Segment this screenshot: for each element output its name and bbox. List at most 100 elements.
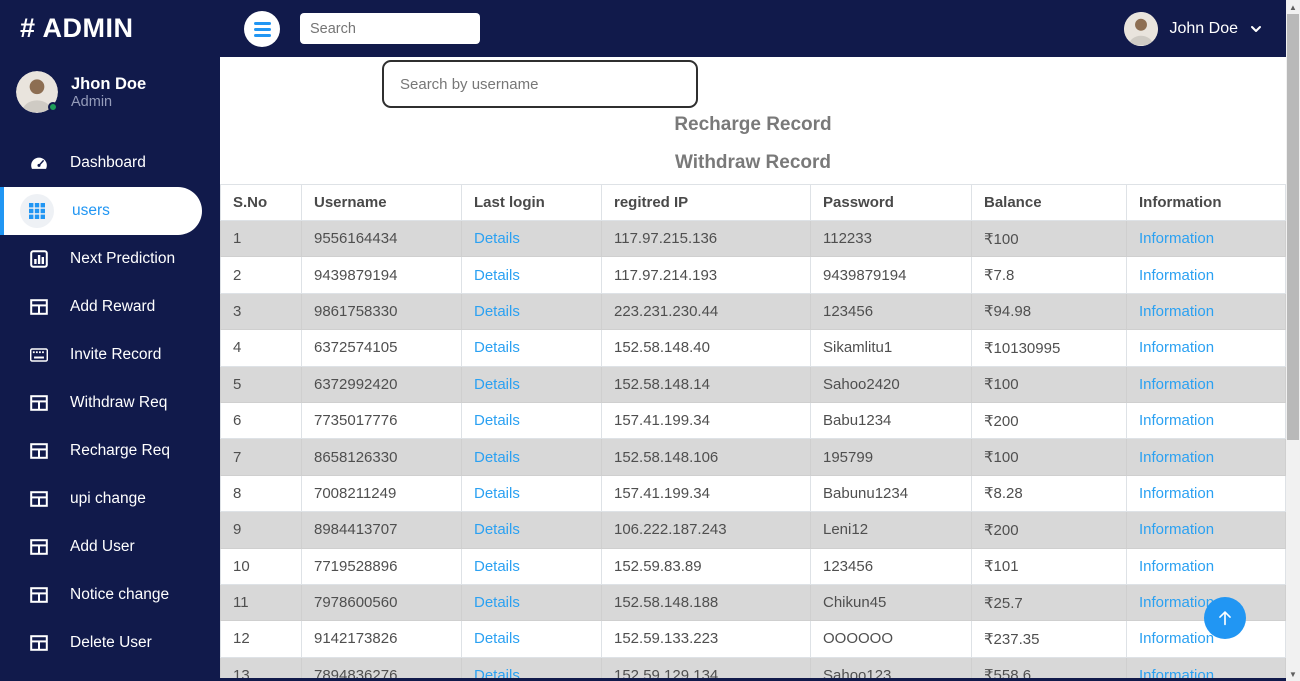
information-link[interactable]: Information xyxy=(1139,267,1214,284)
details-link[interactable]: Details xyxy=(474,230,520,247)
profile-name: Jhon Doe xyxy=(71,74,147,93)
password-cell: OOOOOO xyxy=(810,620,972,658)
scrollbar-thumb[interactable] xyxy=(1287,14,1299,440)
sidebar-item-add-user[interactable]: Add User xyxy=(0,523,220,571)
column-header-last-login: Last login xyxy=(461,184,602,221)
registered-ip-cell: 223.231.230.44 xyxy=(601,292,811,331)
information-link[interactable]: Information xyxy=(1139,667,1214,678)
details-link[interactable]: Details xyxy=(474,339,520,356)
sidebar-item-delete-user[interactable]: Delete User xyxy=(0,619,220,667)
hamburger-menu-button[interactable] xyxy=(244,11,280,47)
sidebar-item-dashboard[interactable]: Dashboard xyxy=(0,139,220,187)
registered-ip-cell: 106.222.187.243 xyxy=(601,511,811,549)
information-link[interactable]: Information xyxy=(1139,594,1214,611)
sidebar-item-label: Notice change xyxy=(70,586,170,603)
sidebar-item-users[interactable]: users xyxy=(0,187,202,235)
information-cell: Information xyxy=(1126,511,1286,549)
table-row: 2 9439879194 Details 117.97.214.193 94398791… xyxy=(220,256,1286,294)
details-link[interactable]: Details xyxy=(474,412,520,429)
sidebar-item-upi-change[interactable]: upi change xyxy=(0,475,220,523)
username-cell: 8984413707 xyxy=(301,511,462,549)
information-link[interactable]: Information xyxy=(1139,339,1214,356)
sidebar-item-recharge-req[interactable]: Recharge Req xyxy=(0,427,220,475)
details-link[interactable]: Details xyxy=(474,267,520,284)
balance-cell: ₹237.35 xyxy=(971,620,1127,658)
table-row: 12 9142173826 Details 152.59.133.223 OOOOOO ₹… xyxy=(220,620,1286,658)
vertical-scrollbar[interactable]: ▲ ▼ xyxy=(1286,0,1300,681)
username-cell: 8658126330 xyxy=(301,438,462,476)
sidebar-item-label: Add Reward xyxy=(70,298,156,315)
balance-cell: ₹558.6 xyxy=(971,656,1127,678)
details-link[interactable]: Details xyxy=(474,376,520,393)
withdraw-record-heading: Withdraw Record xyxy=(674,152,832,173)
column-header-s-no: S.No xyxy=(220,184,302,221)
sidebar-item-withdraw-req[interactable]: Withdraw Req xyxy=(0,379,220,427)
sno-cell: 10 xyxy=(220,547,302,585)
details-cell: Details xyxy=(461,438,602,476)
details-link[interactable]: Details xyxy=(474,558,520,575)
topbar-search-input[interactable] xyxy=(300,13,480,44)
details-link[interactable]: Details xyxy=(474,630,520,647)
table-icon xyxy=(30,298,48,316)
scroll-to-top-button[interactable] xyxy=(1204,597,1246,639)
registered-ip-cell: 157.41.199.34 xyxy=(601,474,811,513)
password-cell: Sahoo123 xyxy=(810,656,972,678)
information-cell: Information xyxy=(1126,547,1286,585)
information-link[interactable]: Information xyxy=(1139,558,1214,575)
arrow-up-icon xyxy=(1219,611,1231,626)
information-link[interactable]: Information xyxy=(1139,303,1214,320)
scrollbar-down-arrow-icon[interactable]: ▼ xyxy=(1286,667,1300,681)
sidebar-item-add-reward[interactable]: Add Reward xyxy=(0,283,220,331)
balance-cell: ₹100 xyxy=(971,219,1127,258)
registered-ip-cell: 157.41.199.34 xyxy=(601,401,811,440)
information-link[interactable]: Information xyxy=(1139,412,1214,429)
information-link[interactable]: Information xyxy=(1139,485,1214,502)
password-cell: Babu1234 xyxy=(810,401,972,440)
sno-cell: 1 xyxy=(220,219,302,258)
table-header-row: S.No Username Last login regitred IP Passwor… xyxy=(220,184,1286,221)
sidebar-item-next-prediction[interactable]: Next Prediction xyxy=(0,235,220,283)
username-cell: 6372574105 xyxy=(301,329,462,367)
information-cell: Information xyxy=(1126,329,1286,367)
column-header-balance: Balance xyxy=(971,184,1127,221)
details-cell: Details xyxy=(461,365,602,403)
grid-icon xyxy=(20,194,54,228)
details-link[interactable]: Details xyxy=(474,485,520,502)
details-cell: Details xyxy=(461,292,602,331)
details-link[interactable]: Details xyxy=(474,303,520,320)
sidebar-item-label: Next Prediction xyxy=(70,250,176,267)
balance-cell: ₹101 xyxy=(971,547,1127,585)
username-cell: 7719528896 xyxy=(301,547,462,585)
users-table: S.No Username Last login regitred IP Passwor… xyxy=(220,184,1286,678)
information-link[interactable]: Information xyxy=(1139,630,1214,647)
username-search-input[interactable] xyxy=(382,60,698,108)
sidebar-item-notice-change[interactable]: Notice change xyxy=(0,571,220,619)
information-link[interactable]: Information xyxy=(1139,376,1214,393)
details-link[interactable]: Details xyxy=(474,521,520,538)
password-cell: Sahoo2420 xyxy=(810,365,972,403)
information-link[interactable]: Information xyxy=(1139,230,1214,247)
details-link[interactable]: Details xyxy=(474,667,520,678)
sno-cell: 8 xyxy=(220,474,302,513)
details-link[interactable]: Details xyxy=(474,594,520,611)
sno-cell: 6 xyxy=(220,401,302,440)
details-cell: Details xyxy=(461,511,602,549)
sno-cell: 12 xyxy=(220,620,302,658)
information-cell: Information xyxy=(1126,256,1286,294)
details-link[interactable]: Details xyxy=(474,449,520,466)
information-link[interactable]: Information xyxy=(1139,449,1214,466)
registered-ip-cell: 152.58.148.40 xyxy=(601,329,811,367)
details-cell: Details xyxy=(461,329,602,367)
recharge-record-heading: Recharge Record xyxy=(674,114,832,135)
username-cell: 7978600560 xyxy=(301,583,462,622)
username-cell: 6372992420 xyxy=(301,365,462,403)
registered-ip-cell: 152.59.133.223 xyxy=(601,620,811,658)
user-menu[interactable]: John Doe xyxy=(1123,0,1263,57)
scrollbar-up-arrow-icon[interactable]: ▲ xyxy=(1286,0,1300,14)
sidebar-item-label: Delete User xyxy=(70,634,152,651)
sidebar-item-label: Recharge Req xyxy=(70,442,170,459)
information-link[interactable]: Information xyxy=(1139,521,1214,538)
sno-cell: 3 xyxy=(220,292,302,331)
password-cell: Babunu1234 xyxy=(810,474,972,513)
sidebar-item-invite-record[interactable]: Invite Record xyxy=(0,331,220,379)
